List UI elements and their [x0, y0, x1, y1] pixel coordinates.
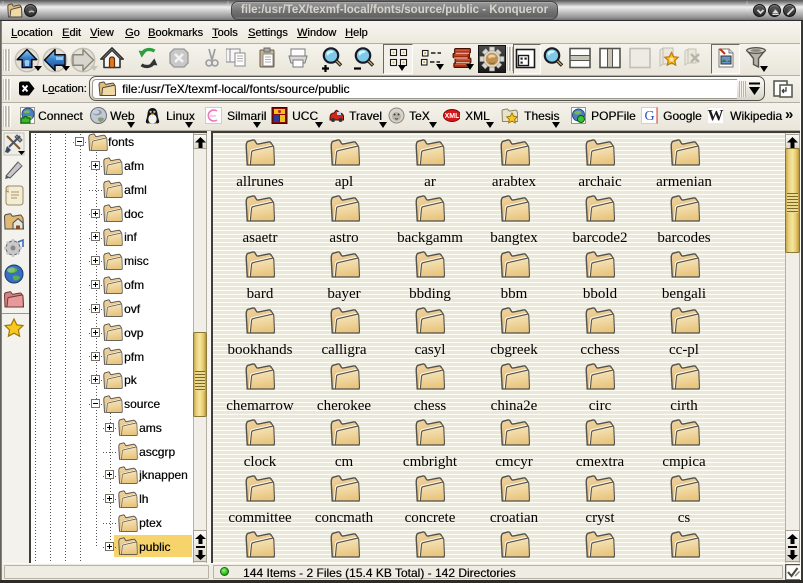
svg-text:Aim: Aim — [210, 114, 216, 118]
svg-text:G: G — [644, 109, 654, 124]
svg-text:W: W — [708, 108, 724, 125]
svg-text:XML: XML — [445, 113, 460, 120]
